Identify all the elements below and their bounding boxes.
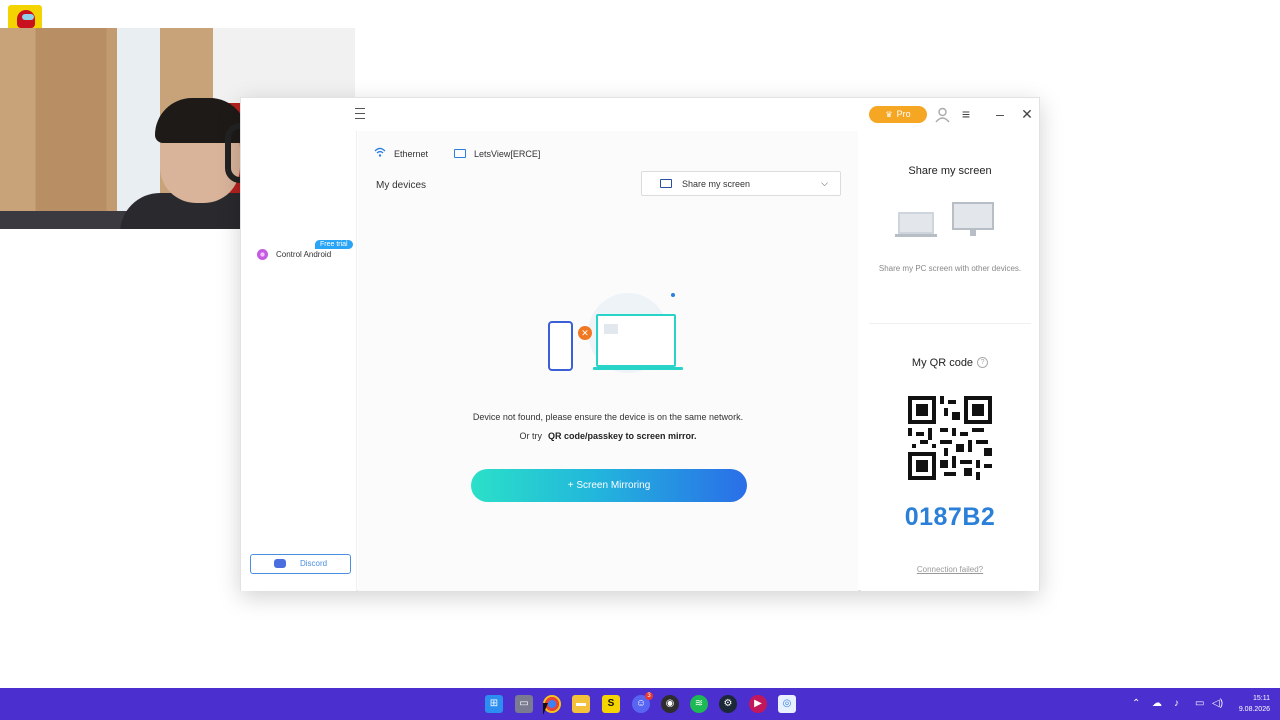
taskbar: ⊞ ▭ ▬ S ☺ 3 ◉ ≋ ⚙ ▶ ◎ ⌃ ☁ ♪ ▭ ◁) 15:11 9… [0, 688, 1280, 720]
volume-icon[interactable]: ◁) [1212, 698, 1223, 709]
task-view-icon[interactable]: ▭ [515, 695, 533, 713]
android-control-icon [257, 249, 268, 260]
crown-icon: ♛ [885, 110, 893, 119]
monitor-icon [454, 149, 467, 158]
qr-code-heading: My QR code? [861, 357, 1039, 369]
close-icon[interactable]: ✕ [1018, 105, 1036, 123]
pro-label: Pro [896, 109, 911, 119]
spotify-icon[interactable]: ≋ [690, 695, 708, 713]
not-found-message: Device not found, please ensure the devi… [472, 412, 744, 422]
notification-badge: 3 [645, 692, 653, 700]
cloud-icon[interactable]: ☁ [1152, 698, 1162, 709]
share-my-screen-heading: Share my screen [908, 165, 992, 177]
my-devices-heading: My devices [376, 180, 427, 191]
sublime-icon[interactable]: S [602, 695, 620, 713]
discord-icon [273, 559, 286, 569]
minimize-icon[interactable]: – [991, 105, 1009, 123]
steam-icon[interactable]: ⚙ [719, 695, 737, 713]
clock-date: 9.08.2026 [1238, 706, 1270, 713]
hamburger-icon[interactable]: ≡ [957, 105, 975, 123]
share-screen-illustration[interactable] [895, 202, 998, 242]
sidebar: Free trial Control Android Discord [241, 131, 357, 591]
chevron-down-icon: ⌵ [821, 178, 828, 188]
share-select-value: Share my screen [682, 178, 751, 189]
pro-button[interactable]: ♛ Pro [869, 106, 927, 123]
share-panel: Share my screen Share my PC screen with … [861, 131, 1039, 591]
share-mode-select[interactable]: Share my screen ⌵ [641, 171, 841, 196]
device-not-found-illustration: ✕ [533, 291, 688, 381]
letsview-window: ♛ Pro ≡ – ✕ Free trial Control Android Di… [240, 97, 1040, 591]
qr-code-image [908, 396, 992, 480]
letsview-icon[interactable]: ◎ [778, 695, 796, 713]
devices-panel: Ethernet LetsView[ERCE] My devices Share… [358, 131, 858, 591]
menu-icon[interactable] [355, 108, 365, 120]
connection-failed-link[interactable]: Connection failed? [861, 565, 1039, 574]
or-try-text: Or try [519, 431, 542, 441]
wifi-icon [374, 147, 386, 160]
error-x-icon: ✕ [578, 326, 592, 340]
passkey-code: 0187B2 [904, 503, 996, 531]
screen-mirroring-button[interactable]: + Screen Mirroring [471, 469, 747, 502]
network-icon[interactable]: ▭ [1195, 698, 1204, 709]
discord-label: Discord [299, 559, 328, 568]
share-description: Share my PC screen with other devices. [878, 264, 1022, 273]
monitor-icon [660, 179, 672, 188]
network-device-name: LetsView[ERCE] [454, 149, 540, 159]
divider [869, 323, 1031, 324]
chevron-up-icon[interactable]: ⌃ [1132, 698, 1140, 709]
qr-title-text: My QR code [911, 357, 974, 369]
network-ethernet: Ethernet [374, 147, 428, 160]
network-label: Ethernet [394, 148, 429, 159]
free-trial-badge: Free trial [315, 240, 353, 249]
clock-time: 15:11 [1253, 695, 1270, 702]
mouse-cursor-icon [543, 703, 548, 715]
mic-icon[interactable]: ♪ [1174, 698, 1179, 709]
taskbar-clock[interactable]: 15:11 9.08.2026 [1230, 693, 1270, 715]
qr-passkey-link[interactable]: QR code/passkey to screen mirror. [548, 431, 697, 441]
or-try-message: Or try QR code/passkey to screen mirror. [358, 431, 858, 441]
sidebar-item-label: Control Android [276, 250, 332, 259]
help-icon[interactable]: ? [977, 357, 989, 368]
obs-icon[interactable]: ◉ [661, 695, 679, 713]
windows-start-icon[interactable]: ⊞ [485, 695, 503, 713]
file-explorer-icon[interactable]: ▬ [572, 695, 590, 713]
media-player-icon[interactable]: ▶ [749, 695, 767, 713]
device-name-label: LetsView[ERCE] [474, 148, 541, 159]
title-bar: ♛ Pro ≡ – ✕ [241, 98, 1039, 131]
sidebar-item-control-android[interactable]: Control Android [257, 249, 331, 260]
user-icon[interactable] [934, 106, 951, 123]
discord-button[interactable]: Discord [250, 554, 351, 574]
network-row: Ethernet LetsView[ERCE] [374, 147, 566, 160]
